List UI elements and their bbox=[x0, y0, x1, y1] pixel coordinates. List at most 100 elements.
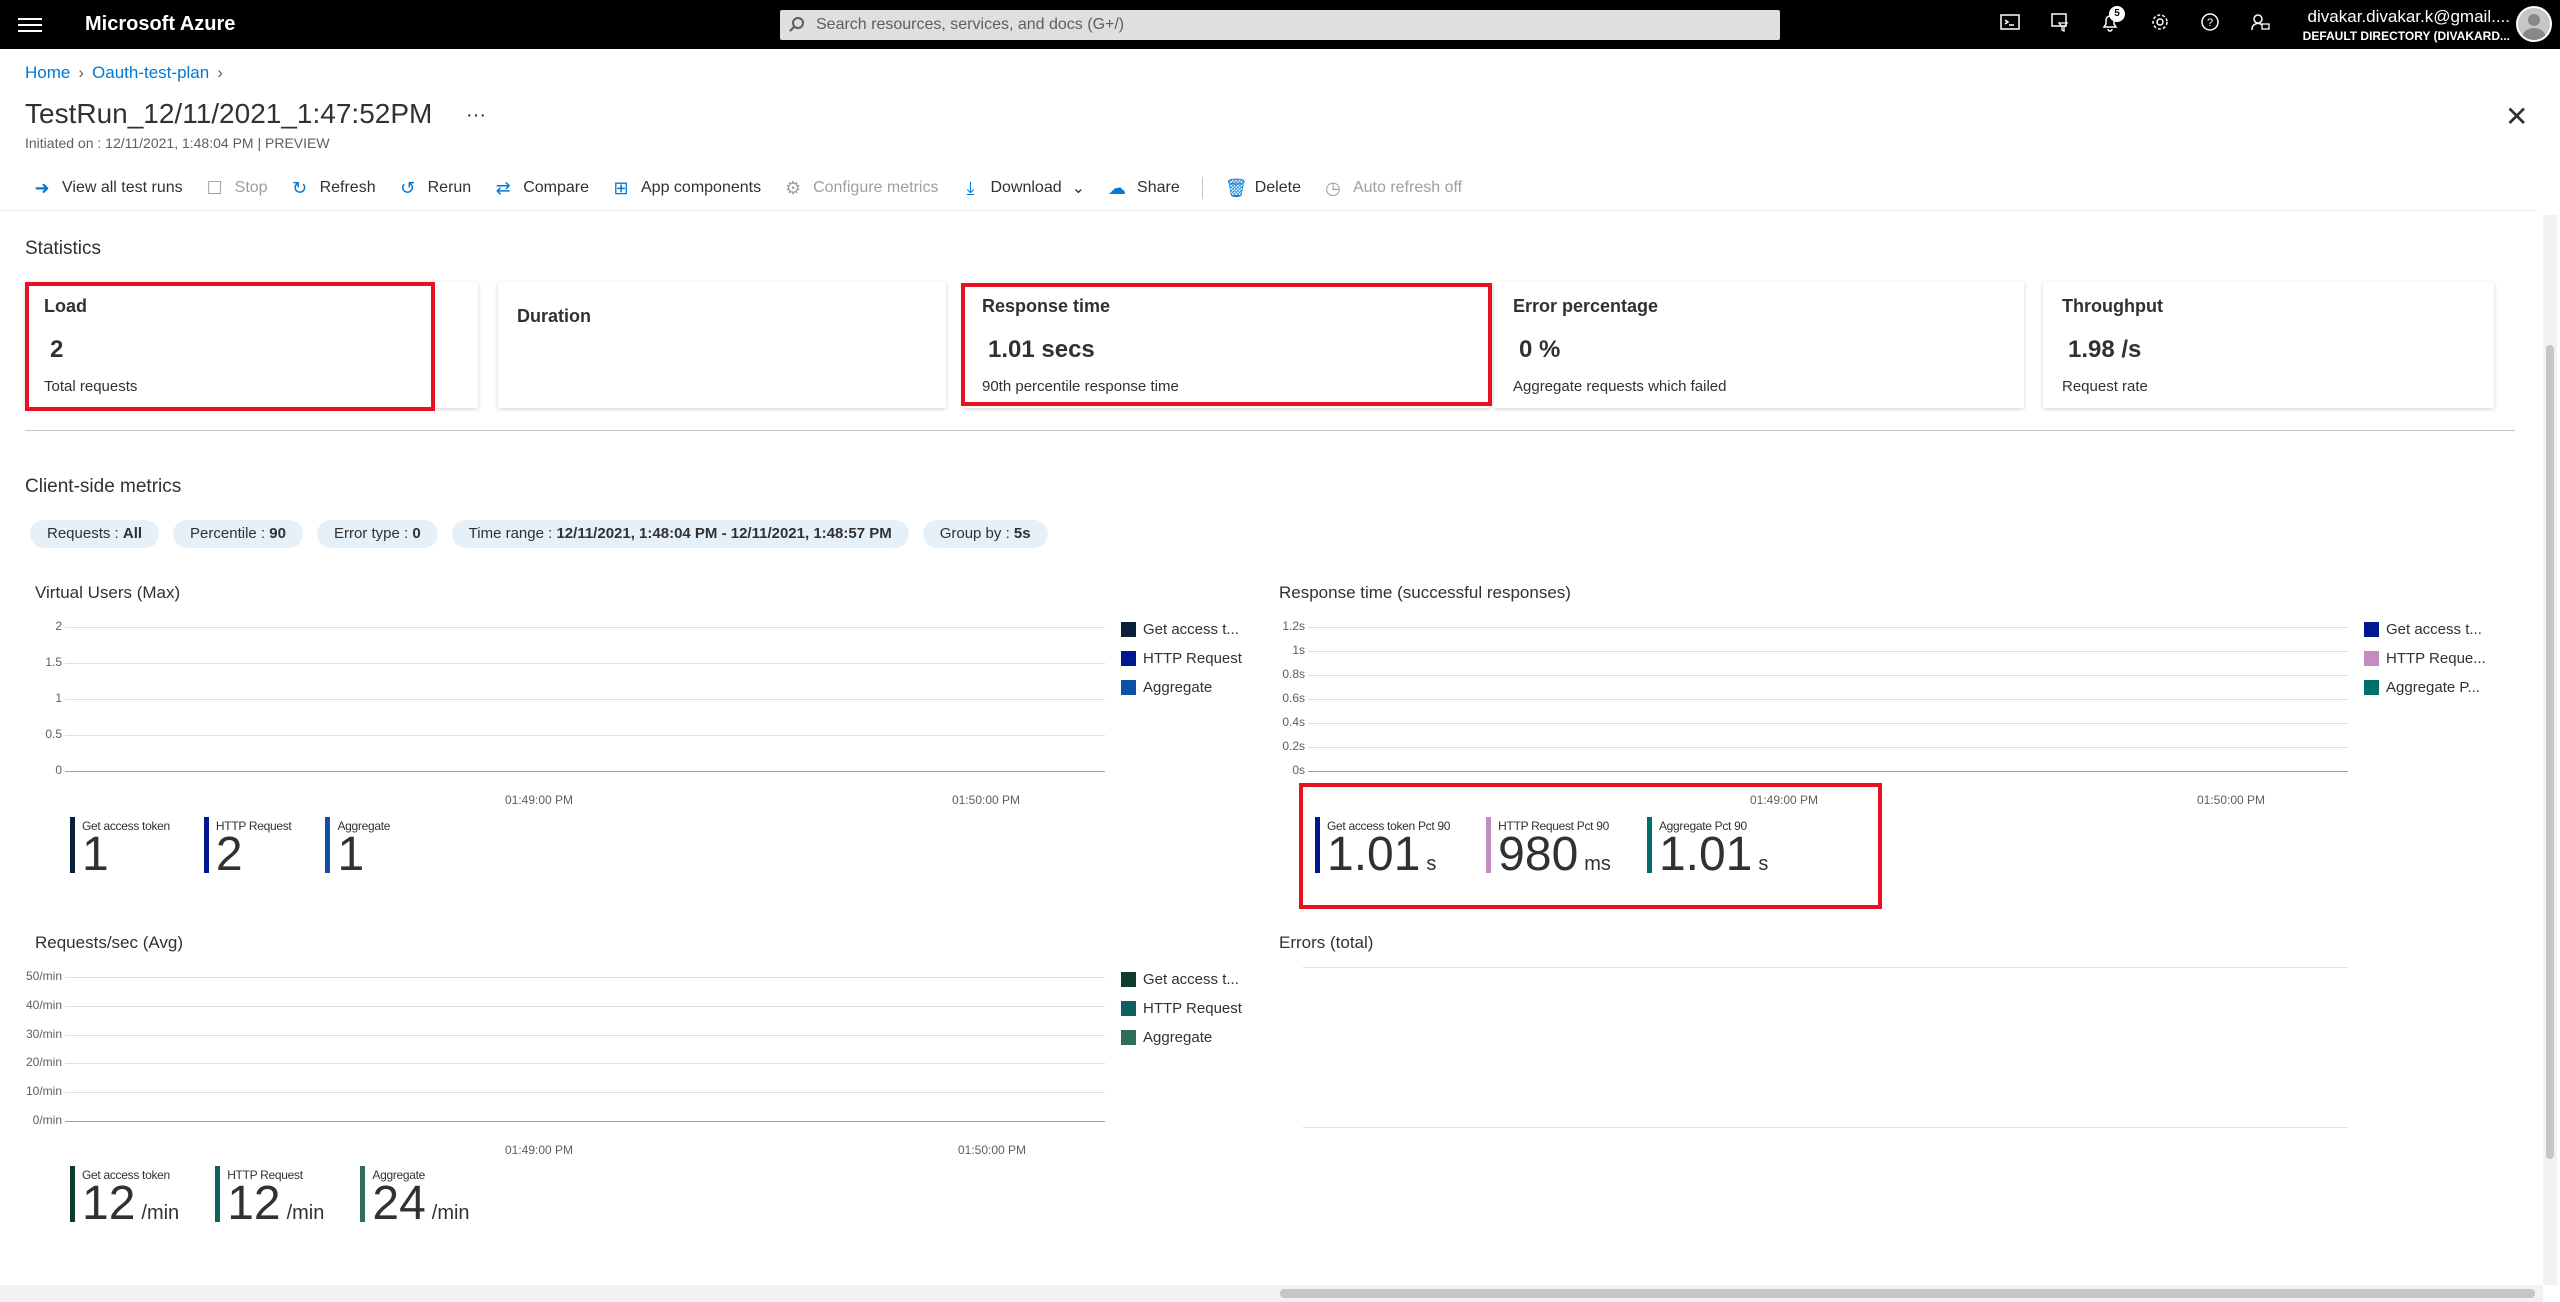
filter-key: Group by : bbox=[939, 525, 1014, 542]
legend-item[interactable]: Aggregate bbox=[1121, 1023, 1242, 1052]
filter-pill-error-type[interactable]: Error type : 0 bbox=[316, 520, 438, 548]
highlight-box-load bbox=[25, 282, 435, 411]
legend-swatch bbox=[1121, 680, 1136, 695]
filter-pill-requests[interactable]: Requests : All bbox=[30, 520, 160, 548]
cloud-shell-icon[interactable] bbox=[1998, 12, 2022, 36]
legend-swatch bbox=[2364, 680, 2379, 695]
refresh-label: Refresh bbox=[319, 179, 376, 196]
divider bbox=[0, 210, 2536, 211]
command-bar: ➜ View all test runs ☐ Stop ↻ Refresh ↺ Reru… bbox=[32, 176, 1484, 200]
legend-item[interactable]: HTTP Reque... bbox=[2364, 644, 2486, 673]
gridline bbox=[1308, 771, 2348, 772]
scroll-thumb[interactable] bbox=[2546, 345, 2554, 1159]
horizontal-scrollbar[interactable] bbox=[0, 1285, 2543, 1302]
app-components-button[interactable]: ⊞ App components bbox=[611, 178, 761, 198]
gridline bbox=[65, 663, 1105, 664]
y-tick-label: 0 bbox=[55, 763, 62, 777]
y-tick-label: 0.4s bbox=[1282, 715, 1305, 729]
y-tick-label: 20/min bbox=[25, 1055, 62, 1070]
legend-label: HTTP Reque... bbox=[2386, 650, 2486, 667]
gridline bbox=[1308, 627, 2348, 628]
trash-icon: 🗑 bbox=[1224, 178, 1248, 198]
auto-refresh-button[interactable]: ◷ Auto refresh off bbox=[1323, 178, 1462, 198]
close-icon[interactable]: ✕ bbox=[2505, 100, 2528, 133]
legend-item[interactable]: Get access t... bbox=[2364, 615, 2486, 644]
client-metrics-heading: Client-side metrics bbox=[25, 476, 182, 497]
legend-item[interactable]: Get access t... bbox=[1121, 965, 1242, 994]
filter-key: Requests : bbox=[47, 525, 123, 542]
legend-label: HTTP Request bbox=[1143, 1000, 1242, 1017]
compare-button[interactable]: ⇄ Compare bbox=[493, 178, 589, 198]
legend-item[interactable]: Aggregate bbox=[1121, 673, 1242, 702]
configure-metrics-label: Configure metrics bbox=[813, 179, 939, 196]
kpis-requests-per-sec: Get access token 12/min HTTP Request 12/mi… bbox=[70, 1166, 510, 1235]
y-tick-label: 30/min bbox=[25, 1026, 62, 1041]
kpi-value: 12 bbox=[227, 1177, 281, 1230]
scroll-thumb[interactable] bbox=[1280, 1289, 2535, 1298]
kpi-value: 12 bbox=[82, 1177, 136, 1230]
refresh-button[interactable]: ↻ Refresh bbox=[290, 178, 376, 198]
delete-button[interactable]: 🗑 Delete bbox=[1225, 178, 1301, 198]
gridline bbox=[65, 1121, 1105, 1122]
vertical-scrollbar[interactable] bbox=[2543, 215, 2557, 1285]
chevron-right-icon: › bbox=[78, 63, 85, 82]
directory-filter-icon[interactable] bbox=[2048, 12, 2072, 36]
kpi-value-line: 12/min bbox=[227, 1180, 324, 1235]
avatar[interactable] bbox=[2516, 6, 2552, 42]
gridline bbox=[1303, 967, 2348, 968]
rerun-button[interactable]: ↺ Rerun bbox=[398, 178, 471, 198]
gridline bbox=[65, 699, 1105, 700]
brand-label[interactable]: Microsoft Azure bbox=[85, 13, 235, 36]
help-icon[interactable]: ? bbox=[2198, 12, 2222, 36]
more-options-button[interactable]: ··· bbox=[466, 104, 486, 127]
share-button[interactable]: ☁ Share bbox=[1107, 178, 1180, 198]
configure-metrics-button[interactable]: ⚙ Configure metrics bbox=[783, 178, 938, 198]
kpi-value: 1 bbox=[82, 828, 109, 881]
chart-title-virtual-users: Virtual Users (Max) bbox=[35, 583, 181, 602]
svg-text:?: ? bbox=[2207, 17, 2213, 29]
account-info[interactable]: divakar.divakar.k@gmail.... DEFAULT DIRE… bbox=[2303, 7, 2510, 43]
filter-pill-percentile[interactable]: Percentile : 90 bbox=[173, 520, 303, 548]
y-tick-label: 1s bbox=[1292, 643, 1305, 657]
settings-gear-icon[interactable] bbox=[2148, 12, 2172, 36]
download-icon: ⤓ bbox=[966, 178, 975, 198]
gear-icon: ⚙ bbox=[785, 178, 802, 198]
kpi-value-line: 1 bbox=[82, 831, 170, 879]
y-tick-label: 1.5 bbox=[45, 655, 62, 669]
gridline bbox=[65, 1063, 1105, 1065]
legend-label: Aggregate bbox=[1143, 679, 1213, 696]
arrow-circle-icon: ➜ bbox=[34, 178, 50, 198]
filter-pill-group-by[interactable]: Group by : 5s bbox=[922, 520, 1048, 548]
kpi-get-access-token: Get access token 1 bbox=[70, 817, 170, 879]
y-tick-label: 50/min bbox=[25, 969, 62, 983]
filter-pill-time-range[interactable]: Time range : 12/11/2021, 1:48:04 PM - 12… bbox=[451, 520, 909, 548]
search-input[interactable]: Search resources, services, and docs (G+… bbox=[780, 10, 1780, 40]
kpi-value-line: 24/min bbox=[372, 1180, 469, 1235]
breadcrumb-plan[interactable]: Oauth-test-plan bbox=[92, 63, 209, 82]
stop-square-icon: ☐ bbox=[206, 178, 223, 198]
feedback-icon[interactable] bbox=[2248, 12, 2272, 36]
stat-card-error-percentage: Error percentage 0 % Aggregate requests … bbox=[1494, 282, 2024, 408]
legend-item[interactable]: HTTP Request bbox=[1121, 644, 1242, 673]
stat-label: Error percentage bbox=[1513, 296, 1659, 316]
legend-item[interactable]: Get access t... bbox=[1121, 615, 1242, 644]
y-tick-label: 0/min bbox=[32, 1113, 62, 1127]
stop-button[interactable]: ☐ Stop bbox=[205, 178, 268, 198]
menu-icon[interactable] bbox=[18, 14, 42, 34]
legend-item[interactable]: Aggregate P... bbox=[2364, 673, 2486, 702]
kpi-http-request: HTTP Request 2 bbox=[203, 817, 292, 879]
account-directory: DEFAULT DIRECTORY (DIVAKARD... bbox=[2302, 29, 2510, 43]
download-button[interactable]: ⤓ Download ⌄ bbox=[960, 178, 1085, 198]
kpi-aggregate: Aggregate 1 bbox=[325, 817, 390, 879]
legend-item[interactable]: HTTP Request bbox=[1121, 994, 1242, 1023]
breadcrumb-home[interactable]: Home bbox=[25, 63, 70, 82]
kpi-get-access-token-rps: Get access token 12/min bbox=[70, 1166, 179, 1235]
top-bar: Microsoft Azure Search resources, servic… bbox=[0, 0, 2560, 49]
legend-label: HTTP Request bbox=[1143, 650, 1242, 667]
y-tick-label: 0.8s bbox=[1282, 667, 1305, 681]
view-all-test-runs-button[interactable]: ➜ View all test runs bbox=[32, 178, 182, 198]
stat-desc: Aggregate requests which failed bbox=[1513, 378, 1727, 395]
gridline bbox=[65, 771, 1105, 772]
legend-label: Get access t... bbox=[1143, 621, 1239, 638]
auto-refresh-label: Auto refresh off bbox=[1352, 179, 1463, 196]
